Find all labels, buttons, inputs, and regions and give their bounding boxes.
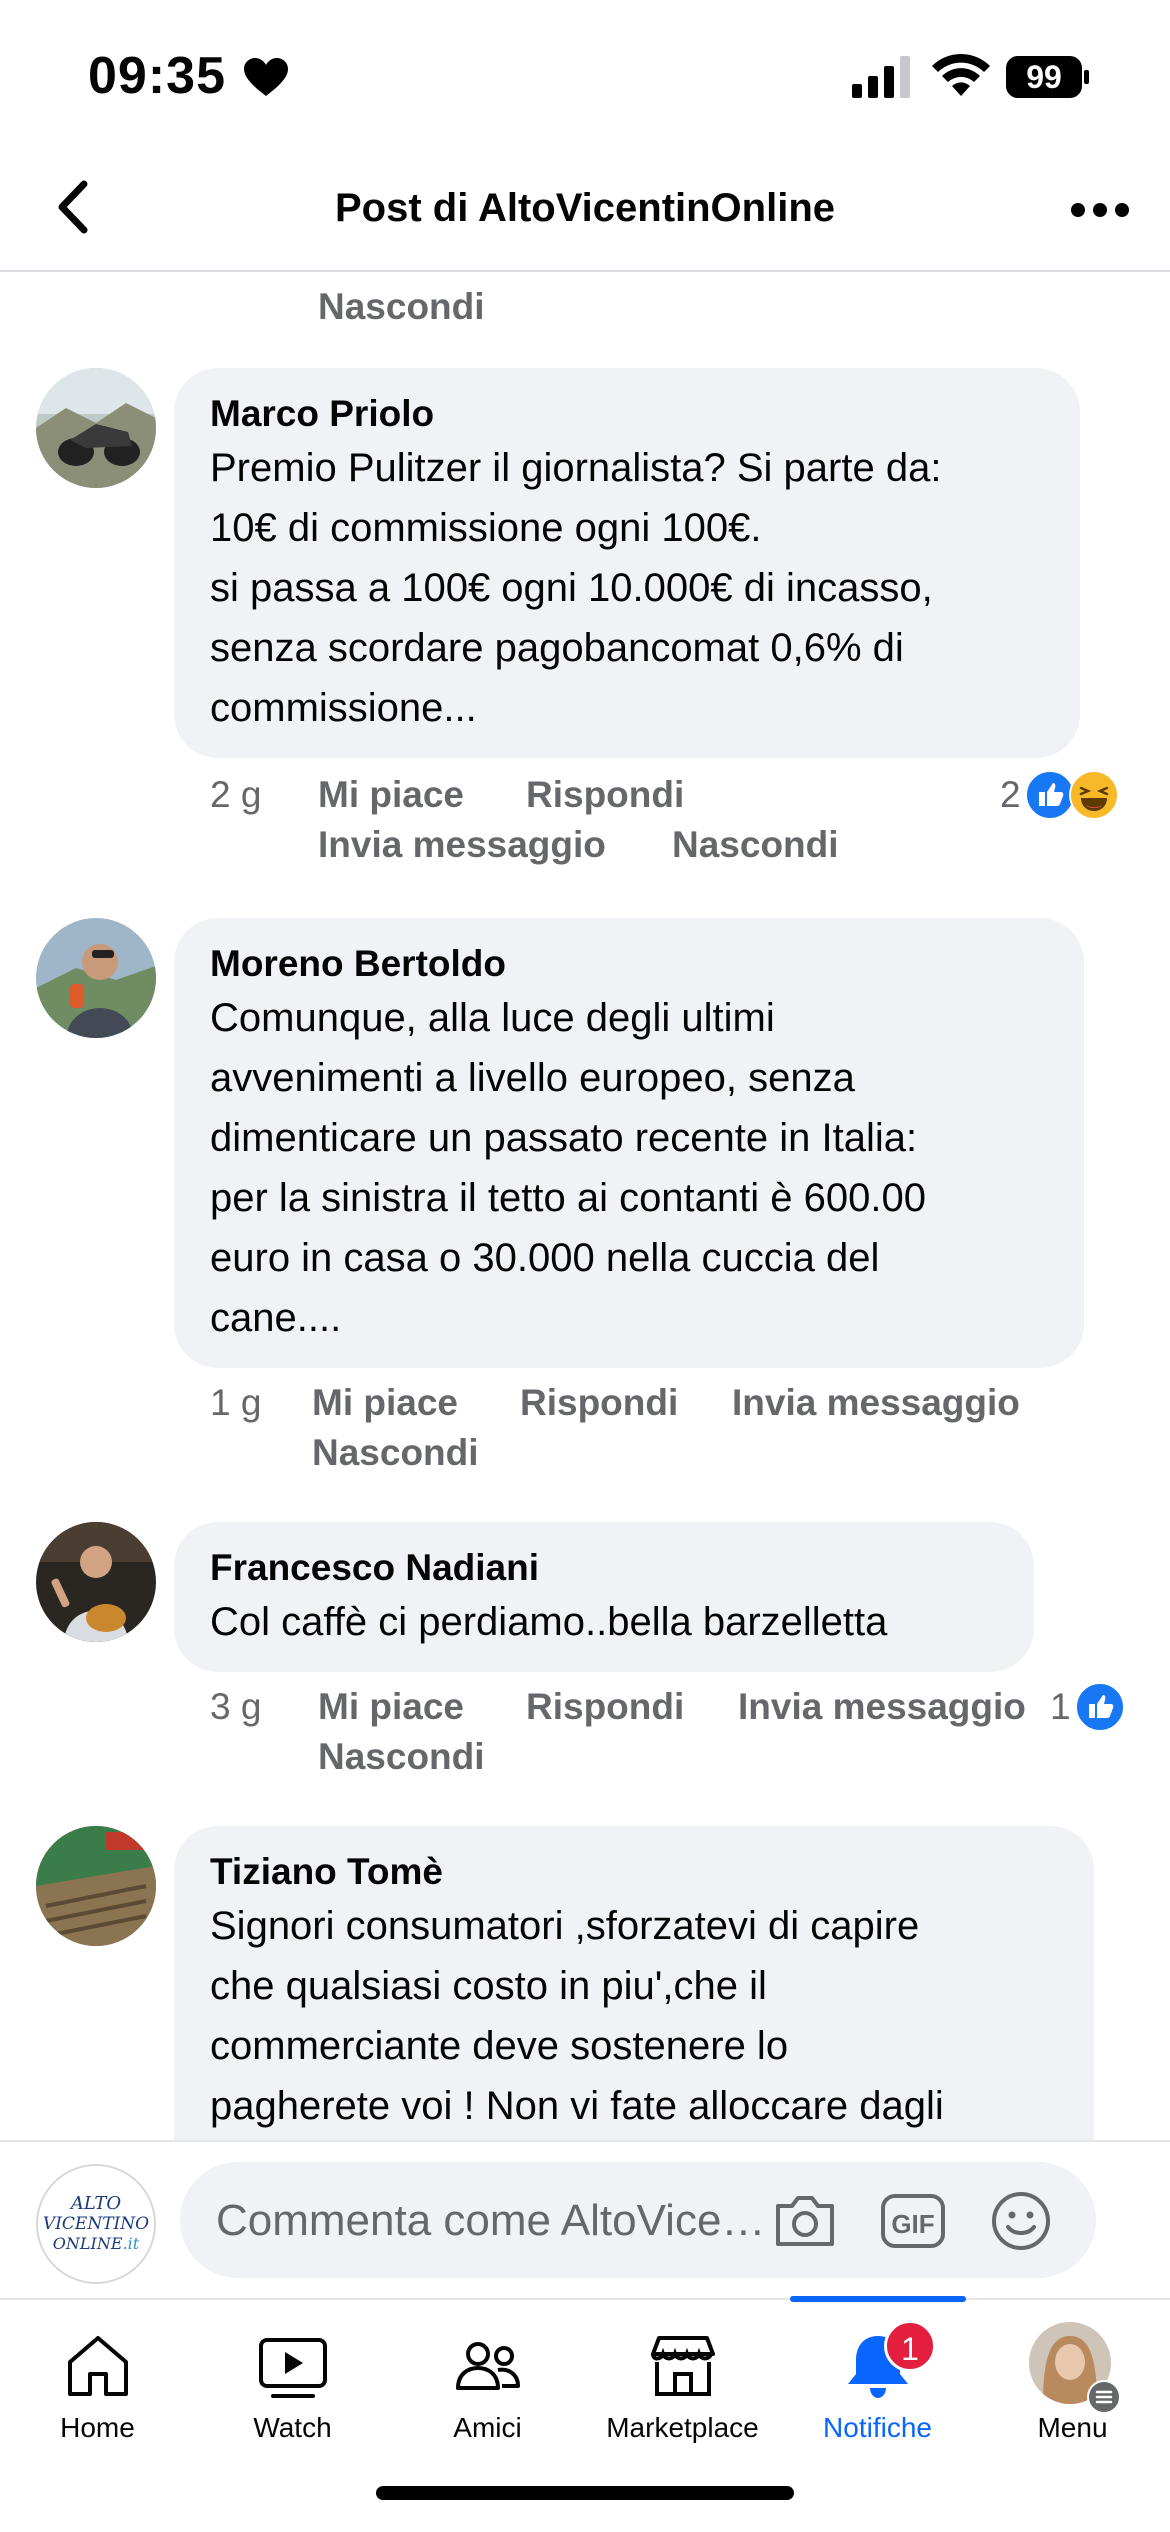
battery-level: 99 — [1026, 59, 1062, 95]
page-logo-tld: .it — [122, 2234, 140, 2253]
home-indicator — [376, 2486, 794, 2500]
home-icon — [68, 2336, 128, 2396]
notification-badge: 1 — [884, 2320, 936, 2372]
like-icon — [1024, 770, 1075, 820]
comment-time[interactable]: 3 g — [210, 1682, 261, 1732]
comment-text: Premio Pulitzer il giornalista? Si parte… — [210, 446, 942, 730]
tab-label: Notifiche — [823, 2412, 932, 2443]
wifi-icon — [932, 53, 990, 96]
send-message-link[interactable]: Invia messaggio — [738, 1682, 1026, 1732]
comment-composer: ALTO VICENTINO ONLINE.it Commenta come A… — [0, 2140, 1170, 2298]
like-link[interactable]: Mi piace — [318, 1682, 464, 1732]
avatar-field-image — [36, 1826, 156, 1946]
hide-link[interactable]: Nascondi — [672, 820, 839, 870]
tab-marketplace[interactable]: Marketplace — [585, 2300, 780, 2460]
page-logo-line-1: ALTO — [70, 2193, 122, 2214]
avatar[interactable] — [36, 918, 156, 1038]
comment-text: Col caffè ci perdiamo..bella barzelletta — [210, 1600, 888, 1644]
comment-bubble[interactable]: Moreno Bertoldo Comunque, alla luce degl… — [174, 918, 1084, 1368]
watch-icon — [259, 2338, 327, 2398]
reaction-count: 2 — [1000, 774, 1021, 815]
tab-watch[interactable]: Watch — [195, 2300, 390, 2460]
avatar[interactable] — [36, 1826, 156, 1946]
comment-input[interactable]: Commenta come AltoVicentinOnline GIF — [180, 2162, 1096, 2278]
comment-author[interactable]: Francesco Nadiani — [210, 1544, 998, 1592]
avatar[interactable] — [36, 1522, 156, 1642]
tab-label: Amici — [453, 2412, 522, 2443]
comment-actions: 1 g Mi piace Rispondi Invia messaggio Na… — [210, 1378, 1110, 1488]
comment-text: Signori consumatori ,sforzatevi di capir… — [210, 1904, 944, 2128]
haha-icon — [1068, 770, 1119, 820]
comment-author[interactable]: Tiziano Tomè — [210, 1848, 1058, 1896]
comment-bubble[interactable]: Tiziano Tomè Signori consumatori ,sforza… — [174, 1826, 1094, 2140]
more-options-icon[interactable] — [1060, 180, 1140, 240]
page-logo-line-2: VICENTINO — [42, 2214, 150, 2234]
comment-time[interactable]: 1 g — [210, 1378, 261, 1428]
comment-author[interactable]: Moreno Bertoldo — [210, 940, 1048, 988]
page-logo: ALTO VICENTINO ONLINE.it — [38, 2194, 154, 2254]
previous-comment-hide-link[interactable]: Nascondi — [318, 282, 485, 332]
comment-text: Comunque, alla luce degli ultimi avvenim… — [210, 996, 926, 1340]
comment-bubble[interactable]: Marco Priolo Premio Pulitzer il giornali… — [174, 368, 1080, 758]
hide-link[interactable]: Nascondi — [312, 1428, 479, 1478]
page-title: Post di AltoVicentinOnline — [334, 186, 836, 230]
post-header: Post di AltoVicentinOnline — [0, 150, 1170, 272]
tab-home[interactable]: Home — [0, 2300, 195, 2460]
reaction-count: 1 — [1050, 1686, 1071, 1727]
avatar-guitarist-image — [36, 1522, 156, 1642]
comments-feed[interactable]: Nascondi Marco Priolo Premio Pulitzer il… — [0, 272, 1170, 2140]
comment-bubble[interactable]: Francesco Nadiani Col caffè ci perdiamo.… — [174, 1522, 1034, 1672]
tab-label: Home — [60, 2412, 135, 2443]
like-link[interactable]: Mi piace — [318, 770, 464, 820]
svg-text:GIF: GIF — [891, 2209, 934, 2239]
comment-actions: 3 g Mi piace Rispondi Invia messaggio Na… — [210, 1682, 1110, 1792]
tab-menu[interactable]: Menu — [975, 2300, 1170, 2460]
reaction-summary[interactable]: 1 — [1050, 1682, 1125, 1732]
reply-link[interactable]: Rispondi — [526, 1682, 684, 1732]
like-link[interactable]: Mi piace — [312, 1378, 458, 1428]
tab-friends[interactable]: Amici — [390, 2300, 585, 2460]
camera-icon[interactable] — [772, 2190, 838, 2252]
tab-label: Watch — [253, 2412, 332, 2443]
send-message-link[interactable]: Invia messaggio — [732, 1378, 1020, 1428]
reply-link[interactable]: Rispondi — [520, 1378, 678, 1428]
reply-link[interactable]: Rispondi — [526, 770, 684, 820]
gif-icon[interactable]: GIF — [880, 2190, 946, 2252]
heart-icon — [244, 58, 288, 96]
status-time: 09:35 — [88, 47, 226, 105]
send-message-link[interactable]: Invia messaggio — [318, 820, 606, 870]
comment-author[interactable]: Marco Priolo — [210, 390, 1044, 438]
page-avatar[interactable]: ALTO VICENTINO ONLINE.it — [36, 2164, 156, 2284]
status-bar: 09:35 99 — [0, 0, 1170, 150]
comment-input-placeholder: Commenta come AltoVicentinOnline — [216, 2196, 776, 2245]
emoji-icon[interactable] — [988, 2190, 1054, 2252]
tab-label: Marketplace — [606, 2412, 759, 2443]
avatar-man-image — [36, 918, 156, 1038]
marketplace-icon — [651, 2336, 715, 2396]
tab-notifications[interactable]: Notifiche — [780, 2300, 975, 2460]
comment-time[interactable]: 2 g — [210, 770, 261, 820]
hide-link[interactable]: Nascondi — [318, 1732, 485, 1782]
cellular-signal-icon — [852, 56, 910, 98]
page-logo-line-3: ONLINE — [52, 2234, 123, 2253]
tab-label: Menu — [1037, 2412, 1108, 2443]
like-icon — [1074, 1682, 1125, 1732]
friends-icon — [456, 2342, 520, 2390]
comment-actions: 2 g Mi piace Rispondi Invia messaggio Na… — [210, 770, 1110, 880]
avatar[interactable] — [36, 368, 156, 488]
menu-icon — [1087, 2380, 1121, 2414]
reaction-summary[interactable]: 2 — [1000, 770, 1119, 820]
avatar-motorbike-image — [36, 368, 156, 488]
battery-indicator: 99 — [1006, 56, 1090, 98]
